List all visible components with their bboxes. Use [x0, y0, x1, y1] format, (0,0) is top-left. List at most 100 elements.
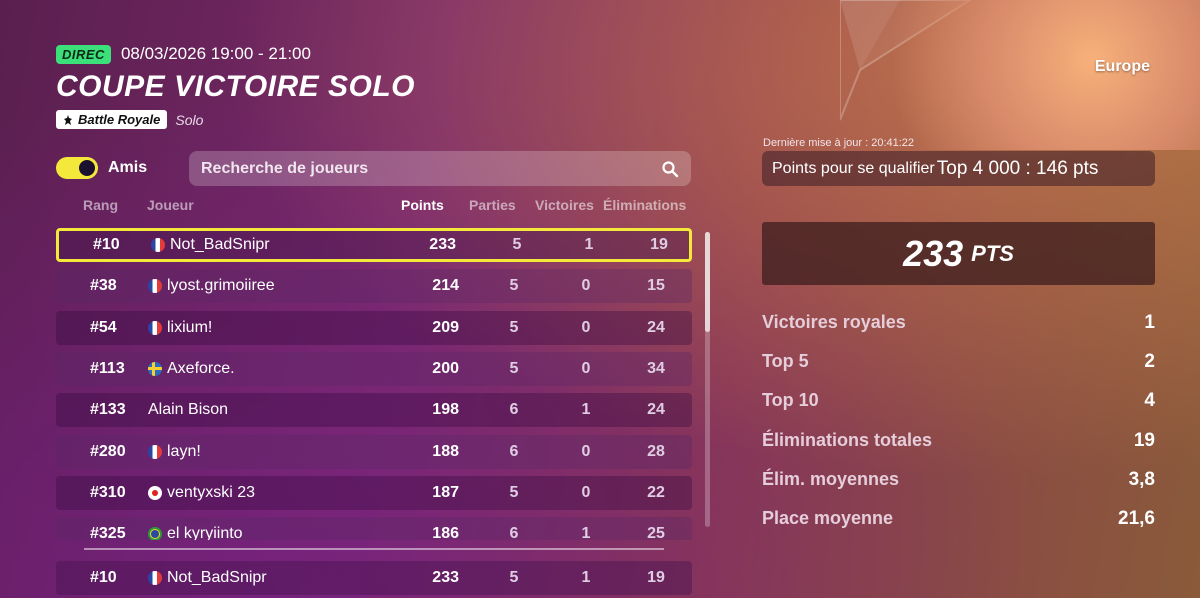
elims: 28	[647, 442, 665, 460]
stat-value: 21,6	[1118, 508, 1155, 529]
points: 186	[432, 525, 459, 540]
stat-label: Éliminations totales	[762, 430, 933, 450]
table-row[interactable]: #133 Alain Bison 198 6 1 24	[56, 393, 692, 428]
stat-row: Victoires royales 1	[762, 312, 1155, 334]
search-placeholder: Recherche de joueurs	[201, 159, 369, 177]
points: 214	[432, 277, 459, 295]
event-header: DIREC 08/03/2026 19:00 - 21:00 COUPE VIC…	[56, 44, 415, 129]
col-rank[interactable]: Rang	[83, 197, 118, 213]
france-flag-icon	[148, 444, 162, 459]
rank: #133	[90, 401, 126, 419]
points: 209	[432, 318, 459, 336]
player-name: layn!	[167, 442, 201, 460]
points: 198	[432, 401, 459, 419]
elims: 25	[647, 525, 665, 540]
wins: 1	[584, 236, 594, 253]
player: el kyryiinto	[148, 525, 243, 540]
leaderboard-scrollbar[interactable]	[705, 232, 710, 527]
player-name: Axeforce.	[167, 359, 235, 377]
self-row[interactable]: #10 Not_BadSnipr 233 5 1 19	[56, 561, 692, 595]
stat-label: Place moyenne	[762, 508, 894, 528]
stat-row: Top 5 2	[762, 351, 1155, 373]
player: lyost.grimoiiree	[148, 277, 275, 295]
player-search-input[interactable]: Recherche de joueurs	[189, 151, 691, 186]
rank: #310	[90, 483, 126, 501]
toggle-switch[interactable]	[56, 157, 98, 179]
elims: 15	[647, 277, 665, 295]
rank: #10	[93, 236, 120, 253]
wins: 0	[581, 483, 591, 501]
stat-label: Victoires royales	[762, 312, 906, 332]
elims: 24	[647, 401, 665, 419]
mode-label: Battle Royale	[78, 112, 161, 127]
player: Alain Bison	[148, 401, 228, 419]
elims: 22	[647, 483, 665, 501]
wins: 1	[581, 525, 591, 540]
table-row[interactable]: #113 Axeforce. 200 5 0 34	[56, 351, 692, 386]
stat-value: 4	[1144, 390, 1155, 411]
france-flag-icon	[151, 238, 165, 252]
stat-value: 2	[1144, 351, 1155, 372]
stat-label: Top 10	[762, 390, 819, 410]
wins: 0	[581, 359, 591, 377]
last-updated: Dernière mise à jour : 20:41:22	[763, 137, 915, 149]
rank: #280	[90, 442, 126, 460]
stat-row: Place moyenne 21,6	[762, 508, 1155, 530]
friends-toggle[interactable]: Amis	[56, 157, 147, 179]
stat-label: Élim. moyennes	[762, 469, 900, 489]
list-divider	[84, 548, 664, 550]
stat-value: 3,8	[1128, 469, 1155, 490]
table-row[interactable]: #325 el kyryiinto 186 6 1 25	[56, 517, 692, 540]
rank: #38	[90, 277, 117, 295]
table-row[interactable]: #310 ventyxski 23 187 5 0 22	[56, 475, 692, 510]
col-elims[interactable]: Éliminations	[603, 197, 686, 213]
points: 200	[432, 359, 459, 377]
scrollbar-thumb[interactable]	[705, 232, 710, 332]
points: 233	[432, 569, 459, 586]
points: 233	[429, 236, 456, 253]
qualify-label: Points pour se qualifier	[772, 159, 935, 177]
games: 5	[509, 318, 519, 336]
sweden-flag-icon	[148, 361, 162, 376]
rank: #54	[90, 318, 117, 336]
table-row-highlighted[interactable]: #10 Not_BadSnipr 233 5 1 19	[56, 228, 692, 262]
player-name: el kyryiinto	[167, 525, 243, 540]
japan-flag-icon	[148, 485, 162, 500]
stat-value: 1	[1144, 312, 1155, 333]
games: 6	[509, 401, 519, 419]
event-hero-image: Europe	[840, 0, 1200, 150]
france-flag-icon	[148, 320, 162, 335]
table-row[interactable]: #54 lixium! 209 5 0 24	[56, 310, 692, 345]
stat-value: 19	[1133, 430, 1155, 451]
brazil-flag-icon	[148, 527, 162, 540]
games: 5	[509, 359, 519, 377]
stat-row: Top 10 4	[762, 390, 1155, 412]
table-row[interactable]: #280 layn! 188 6 0 28	[56, 434, 692, 469]
search-icon[interactable]	[661, 160, 679, 178]
points: 188	[432, 442, 459, 460]
player: Not_BadSnipr	[151, 236, 270, 254]
event-time: 08/03/2026 19:00 - 21:00	[120, 44, 311, 63]
col-player[interactable]: Joueur	[147, 197, 194, 213]
games: 5	[509, 483, 519, 501]
rank: #325	[90, 525, 126, 540]
games: 5	[512, 236, 522, 253]
table-row[interactable]: #38 lyost.grimoiiree 214 5 0 15	[56, 269, 692, 304]
player: ventyxski 23	[148, 484, 255, 502]
rank: #10	[90, 569, 117, 586]
france-flag-icon	[148, 279, 162, 294]
col-games[interactable]: Parties	[469, 197, 516, 213]
elims: 24	[647, 318, 665, 336]
stat-label: Top 5	[762, 351, 809, 371]
region-label: Europe	[1094, 58, 1150, 75]
player-name: lixium!	[167, 318, 213, 336]
france-flag-icon	[148, 571, 162, 585]
mode-badge: Battle Royale	[56, 110, 168, 129]
col-points[interactable]: Points	[401, 197, 444, 213]
wins: 0	[581, 442, 591, 460]
leaderboard-list[interactable]: #10 Not_BadSnipr 233 5 1 19 #38 lyost.grimoiire…	[56, 228, 692, 540]
player-name: Alain Bison	[148, 401, 229, 419]
col-wins[interactable]: Victoires	[535, 197, 594, 213]
elims: 19	[647, 569, 665, 586]
rank: #113	[90, 359, 125, 377]
